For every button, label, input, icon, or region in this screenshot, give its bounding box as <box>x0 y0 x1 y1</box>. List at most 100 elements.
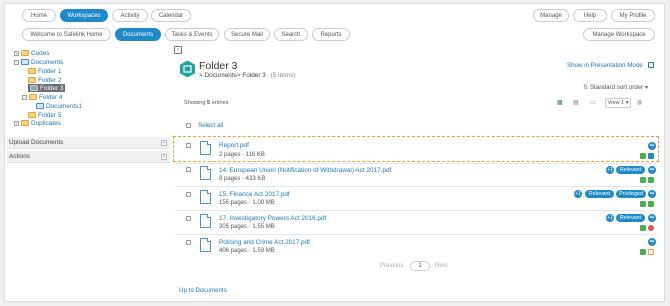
tree-item-documents[interactable]: − Documents <box>14 58 63 66</box>
nav-activity-button[interactable]: Activity <box>112 9 148 22</box>
pdf-file-icon <box>200 238 211 252</box>
status-circle-icon[interactable] <box>648 225 654 231</box>
tree-item-duplicates[interactable]: + Duplicates <box>14 119 61 127</box>
link-icon[interactable]: ⇆ <box>648 190 656 198</box>
tab-welcome[interactable]: Welcome to Safelink Home <box>22 28 111 41</box>
tree-item-folder4[interactable]: − Folder 4 <box>22 93 62 101</box>
relevant-tag[interactable]: Relevant <box>616 214 645 222</box>
row-divider <box>175 234 657 235</box>
collapse-toggle-icon[interactable]: − <box>22 94 27 100</box>
comment-status-icon[interactable] <box>640 177 646 183</box>
folder-icon <box>36 103 44 109</box>
status-square-icon[interactable] <box>648 153 654 159</box>
manage-workspace-button[interactable]: Manage Workspace <box>583 28 655 41</box>
nav-calendar-button[interactable]: Calendar <box>151 9 191 22</box>
comment-status-icon[interactable] <box>640 201 646 207</box>
folder-icon <box>28 77 36 83</box>
file-meta: 406 pages · 1.59 MB <box>219 248 275 254</box>
tree-item-folder3[interactable]: Folder 3 <box>28 84 66 92</box>
link-icon[interactable]: ⇆ <box>648 214 656 222</box>
nav-workspaces-button[interactable]: Workspaces <box>60 9 108 22</box>
pdf-file-icon <box>200 141 211 155</box>
next-page-button[interactable]: Next <box>435 263 447 269</box>
privileged-tag[interactable]: Privileged <box>616 190 646 198</box>
selected-row-outline <box>173 136 659 162</box>
settings-icon[interactable]: ◍ <box>637 99 642 106</box>
file-meta: 155 pages · 1.08 MB <box>219 200 275 206</box>
list-view-icon[interactable]: ▤ <box>573 99 579 106</box>
tree-item-folder2[interactable]: Folder 2 <box>28 76 61 84</box>
breadcrumb: > Documents> Folder 3 (5 items) <box>199 72 296 79</box>
tab-secure-mail[interactable]: Secure Mail <box>224 28 270 41</box>
relevant-tag[interactable]: Relevant <box>585 190 614 198</box>
breadcrumb-documents-link[interactable]: Documents <box>205 72 237 79</box>
previous-page-button[interactable]: Previous <box>380 263 403 269</box>
tree-item-folder5[interactable]: Folder 5 <box>28 111 61 119</box>
nav-manage-button[interactable]: Manage <box>533 9 569 22</box>
chevron-down-icon: ▾ <box>643 84 649 91</box>
row-checkbox[interactable] <box>186 143 191 148</box>
file-meta: 305 pages · 1.55 MB <box>219 224 275 230</box>
presentation-icon[interactable] <box>648 62 654 68</box>
tag-count-badge[interactable]: +1 <box>606 166 614 174</box>
tree-item-codes[interactable]: + Codes <box>14 49 49 57</box>
nav-home-button[interactable]: Home <box>22 9 56 22</box>
file-name-link[interactable]: 15. Finance Act 2017.pdf <box>219 191 290 198</box>
item-count: (5 items) <box>270 72 296 79</box>
expand-icon[interactable]: + <box>161 154 167 160</box>
expand-toggle-icon[interactable]: + <box>14 120 19 126</box>
tag-count-badge[interactable]: +1 <box>574 190 582 198</box>
tree-item-folder1[interactable]: Folder 1 <box>28 67 61 75</box>
up-to-documents-link[interactable]: Up to Documents <box>179 287 227 294</box>
collapse-sidebar-icon[interactable]: ‹ <box>174 46 182 54</box>
comment-status-icon[interactable] <box>640 153 646 159</box>
page-number-button[interactable]: 1 <box>410 261 430 271</box>
actions-section[interactable]: Actions + <box>7 151 170 163</box>
expand-toggle-icon[interactable]: + <box>14 50 19 56</box>
status-square-icon[interactable] <box>648 201 654 207</box>
tab-reports[interactable]: Reports <box>312 28 350 41</box>
folder-icon <box>28 112 36 118</box>
nav-my-profile-button[interactable]: My Profile <box>611 9 655 22</box>
link-icon[interactable]: ⇆ <box>648 166 656 174</box>
expand-icon[interactable]: + <box>161 140 167 146</box>
sort-order-dropdown[interactable]: ⇅ Standard sort order ▾ <box>583 84 648 91</box>
comment-icon[interactable]: ▭ <box>590 99 596 106</box>
relevant-tag[interactable]: Relevant <box>616 166 645 174</box>
tree-item-documents1[interactable]: Documents1 <box>36 102 82 110</box>
file-name-link[interactable]: Report.pdf <box>219 142 249 149</box>
select-all-link[interactable]: Select all <box>198 122 223 129</box>
select-all-checkbox[interactable] <box>186 123 191 128</box>
status-square-icon[interactable] <box>648 177 654 183</box>
upload-documents-section[interactable]: Upload Documents + <box>7 137 170 149</box>
row-checkbox[interactable] <box>186 192 191 197</box>
row-checkbox[interactable] <box>186 167 191 172</box>
file-name-link[interactable]: Policing and Crime Act 2017.pdf <box>219 239 310 246</box>
collapse-toggle-icon[interactable]: − <box>14 59 19 65</box>
link-icon[interactable]: ⇆ <box>648 238 656 246</box>
tag-count-badge[interactable]: +1 <box>606 214 614 222</box>
breadcrumb-current: Folder 3 <box>242 72 266 79</box>
view-selector[interactable]: View 1 ▾ <box>605 98 631 108</box>
tab-search[interactable]: Search <box>274 28 308 41</box>
folder-icon <box>30 85 38 91</box>
showing-entries: Showing 5 entries <box>184 100 229 106</box>
tab-tasks-events[interactable]: Tasks & Events <box>165 28 219 41</box>
row-checkbox[interactable] <box>186 216 191 221</box>
nav-help-button[interactable]: Help <box>573 9 607 22</box>
file-name-link[interactable]: 14. European Union (Notification of With… <box>219 167 391 174</box>
presentation-mode-link[interactable]: Show in Presentation Mode <box>567 62 643 69</box>
link-icon[interactable]: ⇆ <box>648 142 656 150</box>
row-checkbox[interactable] <box>186 240 191 245</box>
grid-view-icon[interactable]: ▦ <box>557 99 563 106</box>
folder-icon <box>28 68 36 74</box>
pdf-file-icon <box>200 190 211 204</box>
file-name-link[interactable]: 17. Investigatory Powers Act 2016.pdf <box>219 215 326 222</box>
pdf-file-icon <box>200 166 211 180</box>
row-divider <box>175 210 657 211</box>
tab-documents[interactable]: Documents <box>115 28 161 41</box>
comment-status-icon[interactable] <box>640 249 646 255</box>
status-square-icon[interactable] <box>648 249 654 255</box>
comment-status-icon[interactable] <box>640 225 646 231</box>
folder-icon <box>21 120 29 126</box>
